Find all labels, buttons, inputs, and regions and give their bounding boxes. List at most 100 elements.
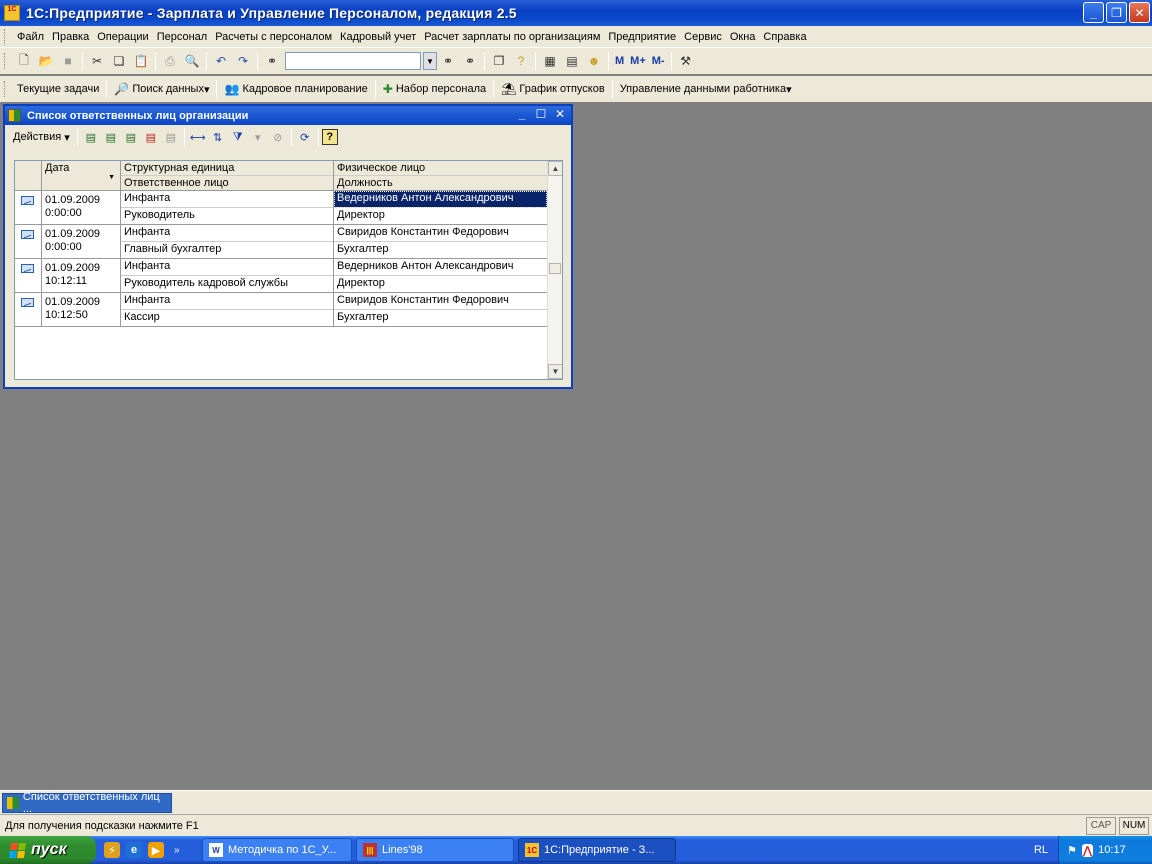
tools-icon[interactable]: ⚒ [676,51,696,71]
antivirus-icon[interactable]: ⋀ [1081,843,1094,857]
planning-icon: 👥 [224,82,240,96]
menu-help[interactable]: Справка [759,31,810,43]
media-player-icon[interactable]: ▶ [148,842,164,858]
toolbar-grip[interactable] [4,81,7,97]
window-tab-responsible-persons[interactable]: Список ответственных лиц ... [2,791,172,815]
interval-icon[interactable]: ⟷ [189,128,207,146]
child-maximize-button[interactable]: ☐ [534,107,548,122]
find-icon[interactable]: ⚭ [262,51,282,71]
scroll-up-icon[interactable]: ▲ [548,161,562,176]
memory-mplus-button[interactable]: M+ [627,55,649,67]
copy-row-icon[interactable]: ▤ [102,128,120,146]
table-header: Дата ▼ Структурная единица Ответственное… [15,161,547,191]
new-document-icon[interactable]: 🗋 [14,51,34,71]
responsible-persons-table[interactable]: Дата ▼ Структурная единица Ответственное… [14,160,563,380]
employee-data-button[interactable]: Управление данными работника ▾ [616,79,796,99]
taskbar-lines98[interactable]: ||| Lines'98 [356,838,514,862]
add-icon[interactable]: ▤ [82,128,100,146]
menu-payroll-org[interactable]: Расчет зарплаты по организациям [420,31,604,43]
start-button[interactable]: пуск [0,836,96,864]
row-time: 0:00:00 [45,207,82,219]
sort-icon[interactable]: ⇅ [209,128,227,146]
app-title-bar[interactable]: 1C 1С:Предприятие - Зарплата и Управлени… [0,0,1152,26]
vacation-schedule-button[interactable]: ⛱ График отпусков [497,79,609,99]
current-tasks-label: Текущие задачи [17,83,100,95]
status-hint: Для получения подсказки нажмите F1 [5,819,199,832]
menu-hr[interactable]: Кадровый учет [336,31,420,43]
header-person[interactable]: Физическое лицо [334,161,547,175]
memory-m-button[interactable]: M [612,55,627,67]
undo-icon[interactable]: ↶ [211,51,231,71]
windows-icon[interactable]: ❐ [489,51,509,71]
post-icon[interactable]: ▤ [162,128,180,146]
internet-explorer-icon[interactable]: e [126,842,142,858]
child-minimize-button[interactable]: _ [515,107,529,122]
copy-icon[interactable]: ❏ [109,51,129,71]
find-next-icon[interactable]: ⚭ [438,51,458,71]
restore-button[interactable]: ❐ [1106,2,1127,23]
memory-mminus-button[interactable]: M- [649,55,668,67]
chevron-icon[interactable]: » [174,845,180,856]
menu-edit[interactable]: Правка [48,31,93,43]
print-preview-icon[interactable]: 🔍 [182,51,202,71]
cut-icon[interactable]: ✂ [87,51,107,71]
menu-payroll-personnel[interactable]: Расчеты с персоналом [211,31,336,43]
header-unit[interactable]: Структурная единица [121,161,333,175]
delete-icon[interactable]: ▤ [142,128,160,146]
minimize-button[interactable]: _ [1083,2,1104,23]
taskbar-1c-enterprise[interactable]: 1C 1С:Предприятие - З... [518,838,676,862]
filter-icon[interactable]: ⧩ [229,128,247,146]
table-row[interactable]: 01.09.2009 0:00:00 Инфанта Главный бухга… [15,225,547,259]
filter-dropdown-icon[interactable]: ▾ [249,128,267,146]
header-responsible[interactable]: Ответственное лицо [121,175,333,190]
menu-personnel[interactable]: Персонал [153,31,212,43]
data-search-button[interactable]: 🔎 Поиск данных ▾ [110,79,213,99]
clock[interactable]: 10:17 [1098,844,1126,856]
menu-windows[interactable]: Окна [726,31,760,43]
save-icon[interactable]: ■ [58,51,78,71]
find-prev-icon[interactable]: ⚭ [460,51,480,71]
calendar-icon[interactable]: ▤ [562,51,582,71]
table-row[interactable]: 01.09.2009 10:12:11 Инфанта Руководитель… [15,259,547,293]
scroll-down-icon[interactable]: ▼ [548,364,562,379]
search-dropdown-icon[interactable]: ▼ [423,52,437,70]
refresh-icon[interactable]: ⟳ [296,128,314,146]
redo-icon[interactable]: ↷ [233,51,253,71]
child-close-button[interactable]: ✕ [553,107,567,122]
menu-enterprise[interactable]: Предприятие [604,31,680,43]
current-tasks-button[interactable]: Текущие задачи [13,79,103,99]
separator [155,52,156,70]
menu-service[interactable]: Сервис [680,31,726,43]
close-button[interactable]: ✕ [1129,2,1150,23]
toolbar-grip[interactable] [4,53,7,69]
calculator-icon[interactable]: ▦ [540,51,560,71]
quicklaunch-app-icon[interactable]: ⚡ [104,842,120,858]
caps-indicator: CAP [1086,816,1116,835]
table-row[interactable]: 01.09.2009 10:12:50 Инфанта Кассир Свири… [15,293,547,327]
menu-file[interactable]: Файл [13,31,48,43]
menu-operations[interactable]: Операции [93,31,152,43]
header-position[interactable]: Должность [334,175,547,190]
help-icon[interactable]: ? [321,129,338,145]
language-indicator[interactable]: RL [1034,844,1048,856]
print-icon[interactable]: ⎙ [160,51,180,71]
hr-planning-button[interactable]: 👥 Кадровое планирование [220,79,371,99]
scroll-thumb[interactable] [549,263,561,274]
child-title-bar[interactable]: Список ответственных лиц организации _ ☐… [5,106,571,125]
table-row[interactable]: 01.09.2009 0:00:00 Инфанта Руководитель … [15,191,547,225]
vertical-scrollbar[interactable]: ▲ ▼ [547,161,562,379]
edit-icon[interactable]: ▤ [122,128,140,146]
taskbar-word-document[interactable]: W Методичка по 1С_У... [202,838,352,862]
open-folder-icon[interactable]: 📂 [36,51,56,71]
help-1c-icon[interactable]: ? [511,51,531,71]
header-date[interactable]: Дата ▼ [42,161,121,191]
search-input[interactable] [285,52,421,70]
paste-icon[interactable]: 📋 [131,51,151,71]
row-person: Свиридов Константин Федорович [334,225,547,242]
user-icon[interactable]: ☻ [584,51,604,71]
network-icon[interactable]: ⚑ [1067,844,1077,857]
clear-filter-icon[interactable]: ⊘ [269,128,287,146]
recruitment-button[interactable]: ✚ Набор персонала [379,79,490,99]
menubar-grip[interactable] [4,28,7,45]
actions-menu-button[interactable]: Действия ▾ [9,127,74,147]
